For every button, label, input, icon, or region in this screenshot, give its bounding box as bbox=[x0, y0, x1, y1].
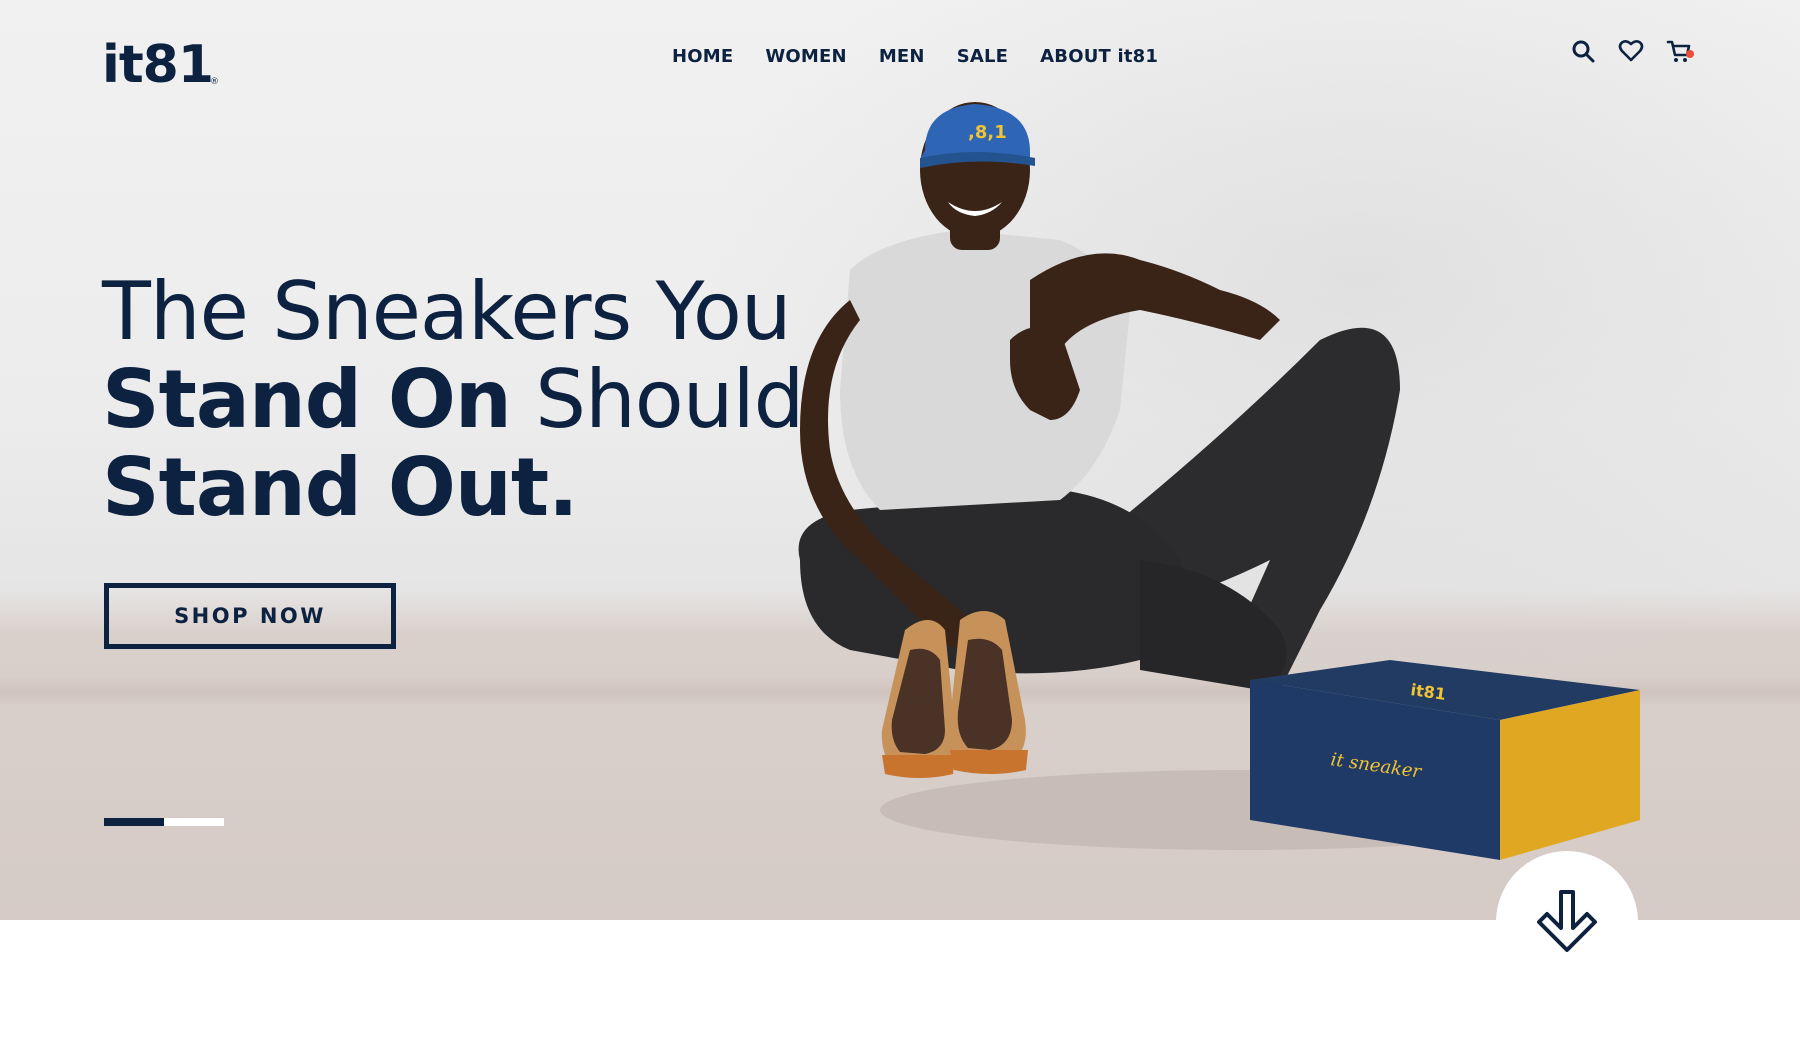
cap-logo: ,8,1 bbox=[968, 122, 1007, 143]
headline-line-2: Stand On Should bbox=[102, 353, 804, 446]
cart-icon[interactable] bbox=[1666, 38, 1694, 64]
hero-photo: ,8,1 it81 it sneaker bbox=[798, 102, 1640, 860]
svg-text:it81: it81 bbox=[102, 35, 213, 90]
shop-now-button[interactable]: SHOP NOW bbox=[104, 583, 396, 649]
nav-sale[interactable]: SALE bbox=[957, 46, 1008, 67]
search-icon[interactable] bbox=[1570, 38, 1596, 64]
headline-line-1: The Sneakers You bbox=[102, 265, 792, 358]
main-nav: HOME WOMEN MEN SALE ABOUT it81 bbox=[672, 46, 1158, 67]
slide-dot-2[interactable] bbox=[164, 818, 224, 826]
headline-line-2-bold: Stand On bbox=[102, 353, 512, 446]
hero-headline: The Sneakers You Stand On Should Stand O… bbox=[102, 265, 804, 534]
slide-dot-1[interactable] bbox=[104, 818, 164, 826]
heart-icon[interactable] bbox=[1618, 38, 1644, 64]
arrow-down-icon bbox=[1537, 890, 1597, 952]
nav-home[interactable]: HOME bbox=[672, 46, 733, 67]
slider-indicator bbox=[104, 818, 224, 826]
scroll-down-button[interactable] bbox=[1496, 851, 1638, 993]
headline-line-2-light: Should bbox=[510, 353, 804, 446]
nav-about[interactable]: ABOUT it81 bbox=[1040, 46, 1158, 67]
svg-text:®: ® bbox=[210, 77, 219, 87]
nav-men[interactable]: MEN bbox=[879, 46, 925, 67]
header-actions bbox=[1570, 38, 1694, 64]
nav-women[interactable]: WOMEN bbox=[765, 46, 846, 67]
headline-line-3: Stand Out. bbox=[102, 441, 579, 534]
cart-badge bbox=[1686, 50, 1694, 58]
brand-logo[interactable]: it81 ® bbox=[102, 30, 222, 90]
